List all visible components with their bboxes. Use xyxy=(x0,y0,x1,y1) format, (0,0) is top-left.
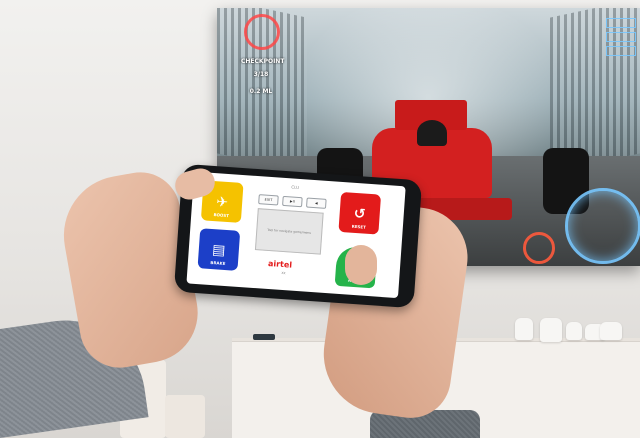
boost-label: BOOST xyxy=(213,212,230,219)
vase xyxy=(600,322,622,340)
back-button[interactable]: ◀ xyxy=(306,197,327,209)
right-thumb xyxy=(345,245,377,285)
brake-pedal-icon: ▤ xyxy=(211,242,226,259)
brand-subtext: XX xyxy=(281,270,286,276)
hud-checkpoint-label: CHECKPOINT xyxy=(241,58,285,65)
brake-label: BRAKE xyxy=(210,259,226,266)
speedometer-icon xyxy=(565,188,640,264)
hud-side-icons xyxy=(606,18,636,58)
reset-label: RESET xyxy=(351,223,367,230)
hud-distance-value: 0.2 ML xyxy=(249,88,273,95)
chair xyxy=(165,395,205,438)
hud-minimap-icon xyxy=(244,14,280,50)
dark-cup xyxy=(253,334,275,340)
video-caption: Tool for navigate game/menu xyxy=(267,227,312,235)
hud-checkpoint-value: 3/18 xyxy=(253,71,269,78)
exit-button[interactable]: EXIT xyxy=(258,194,279,206)
app-top-label: CLU xyxy=(291,184,300,190)
vase xyxy=(566,322,582,340)
vase xyxy=(540,318,562,342)
living-room-scene: CHECKPOINT 3/18 0.2 ML CLU ✈ BOOST ▤ BRA… xyxy=(0,0,640,438)
control-button-row: EXIT ▶II ◀ xyxy=(258,194,327,209)
video-preview[interactable]: Tool for navigate game/menu xyxy=(254,208,324,255)
rpm-gauge-icon xyxy=(523,232,555,264)
vase xyxy=(515,318,533,340)
reset-icon: ↺ xyxy=(353,205,367,223)
race-car-cockpit xyxy=(417,120,447,146)
brake-button[interactable]: ▤ BRAKE xyxy=(197,228,241,271)
brand-logo: airtel xyxy=(267,258,293,270)
rocket-icon: ✈ xyxy=(215,194,229,212)
reset-button[interactable]: ↺ RESET xyxy=(338,191,382,235)
play-pause-button[interactable]: ▶II xyxy=(282,195,303,208)
